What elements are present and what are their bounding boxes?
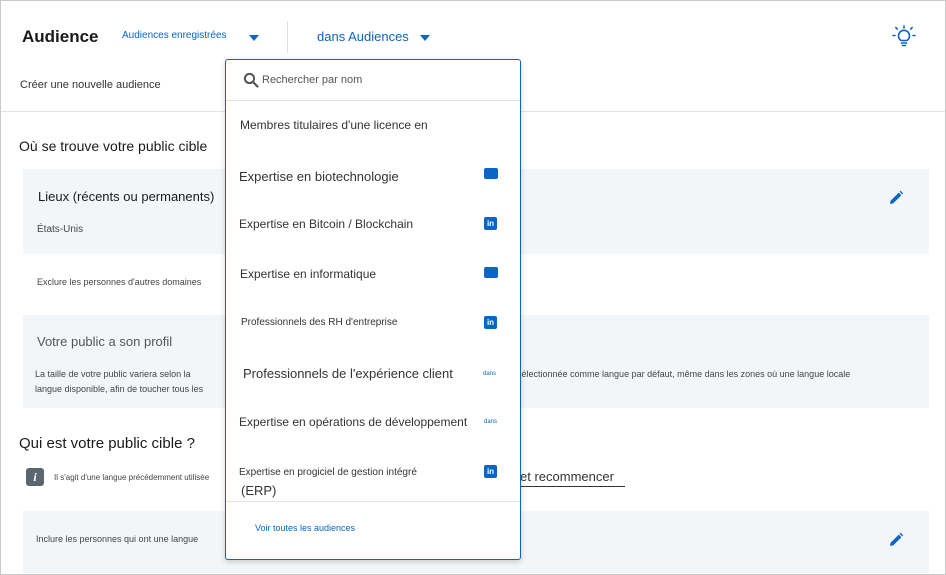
pencil-icon[interactable] (888, 532, 904, 548)
see-all-audiences-link[interactable]: Voir toutes les audiences (255, 523, 355, 533)
dropdown-search-separator (226, 100, 520, 101)
include-language-option[interactable]: Inclure les personnes qui ont une langue (36, 534, 198, 544)
dropdown-item-computer-science[interactable]: Expertise en informatique (226, 250, 520, 298)
dropdown-item-label: Expertise en biotechnologie (239, 169, 399, 184)
dropdown-item-hr-professionals[interactable]: Professionnels des RH d'entreprise in (226, 299, 520, 347)
info-text: Il s'agit d'une langue précédemment util… (54, 473, 210, 482)
dropdown-footer-separator (226, 501, 520, 502)
dropdown-item-bitcoin-blockchain[interactable]: Expertise en Bitcoin / Blockchain in (226, 200, 520, 248)
dropdown-item-label-line2: (ERP) (241, 483, 277, 498)
location-card-title: Lieux (récents ou permanents) (38, 189, 215, 204)
saved-audiences-dropdown[interactable]: Audiences enregistrées (122, 30, 227, 41)
who-section-title: Qui est votre public cible ? (19, 435, 195, 452)
profile-description-line2: langue disponible, afin de toucher tous … (35, 384, 204, 394)
create-new-audience-link[interactable]: Créer une nouvelle audience (20, 79, 161, 91)
source-image-icon (484, 168, 498, 179)
linkedin-icon: in (484, 465, 497, 478)
profile-card-title: Votre public a son profil (37, 334, 173, 349)
pencil-icon[interactable] (888, 190, 904, 206)
dropdown-item-label: Professionnels de l'expérience client (243, 366, 453, 381)
profile-description-right: sélectionnée comme langue par défaut, mê… (517, 369, 851, 379)
dropdown-item-licensed-members[interactable]: Membres titulaires d'une licence en (226, 102, 520, 150)
info-icon: i (26, 468, 44, 486)
dropdown-item-label: Membres titulaires d'une licence en (240, 118, 428, 132)
search-icon (243, 72, 259, 88)
exclude-other-domains-option[interactable]: Exclure les personnes d'autres domaines (37, 277, 201, 287)
audience-search-input[interactable] (262, 71, 502, 89)
audience-page: Audience Audiences enregistrées dans Aud… (0, 0, 946, 575)
location-section-title: Où se trouve votre public cible (19, 138, 208, 154)
page-title: Audience (22, 27, 99, 46)
dropdown-item-label: Expertise en opérations de développement (239, 415, 468, 429)
caret-down-icon[interactable] (249, 35, 259, 41)
location-value: États-Unis (37, 224, 84, 235)
dropdown-item-label: Expertise en informatique (240, 267, 377, 281)
linkedin-icon: in (484, 217, 497, 230)
scope-dropdown[interactable]: dans Audiences (317, 29, 409, 44)
linkedin-icon: in (484, 316, 497, 329)
dropdown-item-customer-experience[interactable]: Professionnels de l'expérience client da… (226, 349, 520, 397)
dropdown-item-label: Expertise en progiciel de gestion intégr… (239, 467, 417, 478)
caret-down-icon[interactable] (420, 35, 430, 41)
dropdown-item-label: Expertise en Bitcoin / Blockchain (239, 217, 414, 231)
restart-link[interactable]: et recommencer (520, 469, 625, 487)
dropdown-item-erp[interactable]: Expertise en progiciel de gestion intégr… (226, 450, 520, 500)
header-divider (287, 21, 288, 53)
source-badge: dans (483, 371, 497, 377)
dropdown-item-devops[interactable]: Expertise en opérations de développement… (226, 398, 520, 446)
source-image-icon (484, 267, 498, 278)
dropdown-item-biotechnology[interactable]: Expertise en biotechnologie (226, 152, 520, 200)
source-badge: dans (484, 419, 498, 425)
dropdown-item-label: Professionnels des RH d'entreprise (241, 317, 398, 328)
profile-description-line1: La taille de votre public variera selon … (35, 369, 191, 379)
lightbulb-icon[interactable] (892, 25, 916, 49)
